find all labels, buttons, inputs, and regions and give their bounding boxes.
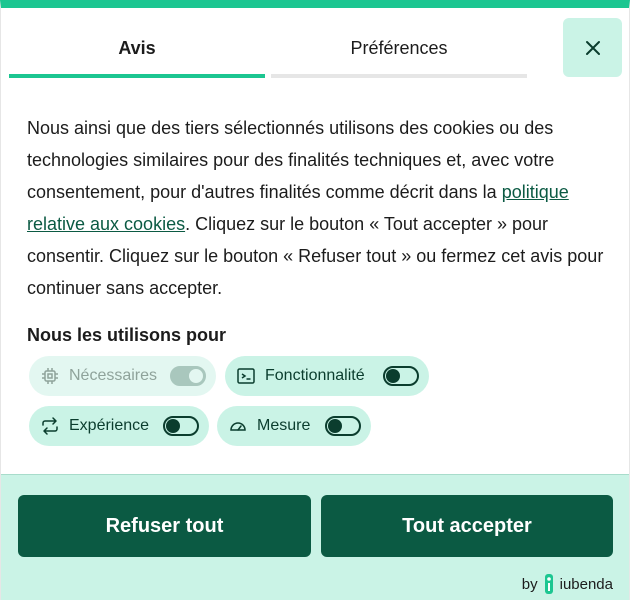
- close-icon: [585, 40, 600, 55]
- purpose-label-fonctionnalite: Fonctionnalité: [265, 367, 365, 384]
- toggle-experience[interactable]: [163, 416, 199, 436]
- branding-name: iubenda: [559, 575, 613, 593]
- arrows-swap-icon: [39, 415, 61, 437]
- notice-text: Nous ainsi que des tiers sélectionnés ut…: [27, 112, 607, 304]
- purpose-label-necessaires: Nécessaires: [69, 367, 158, 384]
- purpose-chip-fonctionnalite[interactable]: Fonctionnalité: [225, 356, 429, 396]
- tab-preferences[interactable]: Préférences: [271, 22, 527, 78]
- cookie-consent-dialog: Avis Préférences Nous ainsi que des tier…: [0, 0, 630, 600]
- purpose-chip-necessaires: Nécessaires: [29, 356, 216, 396]
- purpose-chip-experience[interactable]: Expérience: [29, 406, 209, 446]
- tab-bar: Avis Préférences: [9, 22, 527, 78]
- branding-prefix: by: [521, 575, 538, 593]
- toggle-fonctionnalite[interactable]: [383, 366, 419, 386]
- accept-all-button[interactable]: Tout accepter: [321, 495, 613, 557]
- terminal-icon: [235, 365, 257, 387]
- close-button[interactable]: [563, 18, 622, 77]
- purpose-chip-mesure[interactable]: Mesure: [217, 406, 371, 446]
- reject-all-button[interactable]: Refuser tout: [18, 495, 311, 557]
- dialog-footer: Refuser tout Tout accepter by iubenda: [1, 474, 629, 600]
- notice-text-before: Nous ainsi que des tiers sélectionnés ut…: [27, 118, 555, 202]
- purposes-title: Nous les utilisons pour: [27, 325, 227, 345]
- gauge-icon: [227, 415, 249, 437]
- iubenda-logo-icon: [544, 574, 553, 594]
- toggle-necessaires: [170, 366, 206, 386]
- purpose-label-mesure: Mesure: [257, 417, 311, 434]
- branding[interactable]: by iubenda: [522, 574, 613, 594]
- purpose-label-experience: Expérience: [69, 417, 150, 434]
- toggle-mesure[interactable]: [325, 416, 361, 436]
- tab-avis[interactable]: Avis: [9, 22, 265, 78]
- chip-icon: [39, 365, 61, 387]
